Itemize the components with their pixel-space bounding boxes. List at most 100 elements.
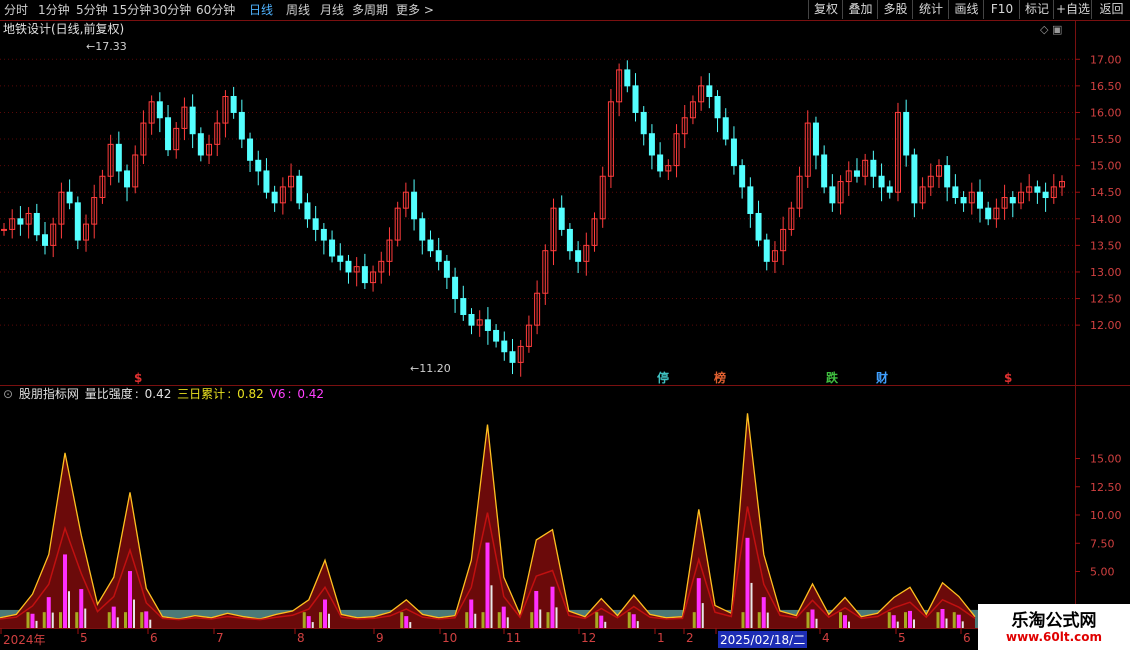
- candle-body: [747, 186, 754, 214]
- candle-body: [345, 260, 352, 273]
- candle-body: [985, 207, 992, 220]
- volume-bar: [133, 599, 135, 628]
- watermark: 乐淘公式网 www.60lt.com: [978, 604, 1130, 650]
- kline-chart[interactable]: 17.0016.5016.0015.5015.0014.5014.0013.50…: [0, 0, 1130, 650]
- indicator-tick-label: 12.50: [1090, 481, 1122, 494]
- olive-bar: [904, 612, 907, 628]
- candle-body: [271, 191, 278, 204]
- candle-body: [493, 329, 500, 342]
- candle-body: [165, 117, 172, 151]
- candle-body: [739, 165, 746, 188]
- candle-body: [575, 250, 582, 262]
- olive-bar: [59, 612, 62, 628]
- olive-bar: [692, 612, 696, 628]
- candle-body: [304, 202, 311, 220]
- date-label-3: 7: [216, 631, 224, 645]
- candle-body: [115, 143, 122, 172]
- candle-body: [1034, 186, 1041, 193]
- olive-bar: [952, 612, 956, 628]
- v6-bar: [111, 606, 116, 628]
- olive-bar: [757, 612, 761, 628]
- candle-body: [566, 228, 573, 252]
- event-marker-4: 财: [875, 370, 888, 385]
- v6-bar: [79, 589, 84, 628]
- volume-bar: [766, 612, 769, 628]
- olive-bar: [546, 612, 550, 628]
- candle-body: [263, 170, 270, 193]
- candle-body: [238, 111, 245, 140]
- olive-bar: [107, 612, 111, 628]
- olive-bar: [839, 612, 842, 628]
- olive-bar: [497, 612, 501, 628]
- v6-bar: [631, 614, 636, 628]
- candle-body: [484, 319, 491, 331]
- candle-body: [911, 154, 918, 204]
- olive-bar: [42, 612, 46, 628]
- volume-bar: [945, 618, 948, 628]
- volume-bar: [913, 619, 915, 628]
- olive-bar: [936, 612, 940, 628]
- v6-bar: [128, 571, 132, 628]
- v6-bar: [306, 616, 311, 628]
- v6-bar: [404, 616, 409, 628]
- volume-bar: [490, 585, 493, 628]
- candle-body: [886, 186, 893, 193]
- candle-body: [812, 122, 819, 156]
- candle-body: [452, 276, 459, 300]
- candle-body: [903, 111, 910, 156]
- candle-body: [657, 154, 664, 172]
- low-annotation: ←11.20: [410, 362, 451, 375]
- candle-body: [337, 255, 344, 262]
- olive-bar: [595, 612, 599, 628]
- olive-bar: [465, 612, 469, 628]
- olive-bar: [741, 612, 745, 628]
- olive-bar: [319, 612, 322, 628]
- v6-bar: [810, 609, 815, 628]
- volume-bar: [409, 622, 412, 628]
- candle-body: [329, 239, 336, 257]
- volume-bar: [604, 621, 607, 628]
- indicator-tick-label: 7.50: [1090, 537, 1115, 550]
- date-label-11: 2025/02/18/二: [718, 631, 808, 648]
- v6-bar: [908, 610, 912, 628]
- price-tick-label: 14.00: [1090, 213, 1122, 226]
- indicator-tick-label: 5.00: [1090, 566, 1115, 579]
- candle-body: [640, 111, 647, 135]
- volume-bar: [961, 621, 964, 628]
- date-label-8: 12: [581, 631, 597, 645]
- candle-body: [1, 228, 7, 231]
- v6-bar: [843, 615, 847, 628]
- candle-body: [501, 340, 508, 353]
- indicator-tick-label: 10.00: [1090, 509, 1122, 522]
- candle-body: [460, 298, 467, 316]
- indicator-tick-label: 15.00: [1090, 453, 1122, 466]
- candle-body: [419, 218, 426, 241]
- price-tick-label: 13.00: [1090, 266, 1122, 279]
- event-marker-1: 停: [657, 370, 669, 385]
- volume-bar: [701, 603, 704, 628]
- olive-bar: [75, 612, 79, 628]
- candle-body: [156, 101, 163, 119]
- olive-bar: [481, 612, 485, 628]
- candle-body: [829, 186, 836, 204]
- v6-bar: [599, 615, 604, 628]
- high-annotation: ←17.33: [86, 40, 127, 53]
- candle-body: [42, 234, 49, 246]
- olive-bar: [140, 612, 144, 628]
- price-tick-label: 13.50: [1090, 239, 1122, 252]
- candle-body: [1009, 197, 1016, 204]
- candle-body: [427, 239, 434, 252]
- candle-body: [33, 212, 40, 236]
- candle-body: [632, 85, 639, 113]
- olive-bar: [302, 612, 306, 628]
- price-tick-label: 16.50: [1090, 80, 1122, 93]
- price-tick-label: 16.00: [1090, 106, 1122, 119]
- v6-bar: [63, 554, 67, 628]
- candle-body: [558, 207, 565, 230]
- candle-body: [296, 175, 303, 204]
- candle-body: [763, 239, 770, 262]
- v6-bar: [956, 614, 961, 628]
- candle-body: [197, 133, 204, 156]
- candle-body: [17, 218, 24, 225]
- volume-bar: [474, 613, 477, 628]
